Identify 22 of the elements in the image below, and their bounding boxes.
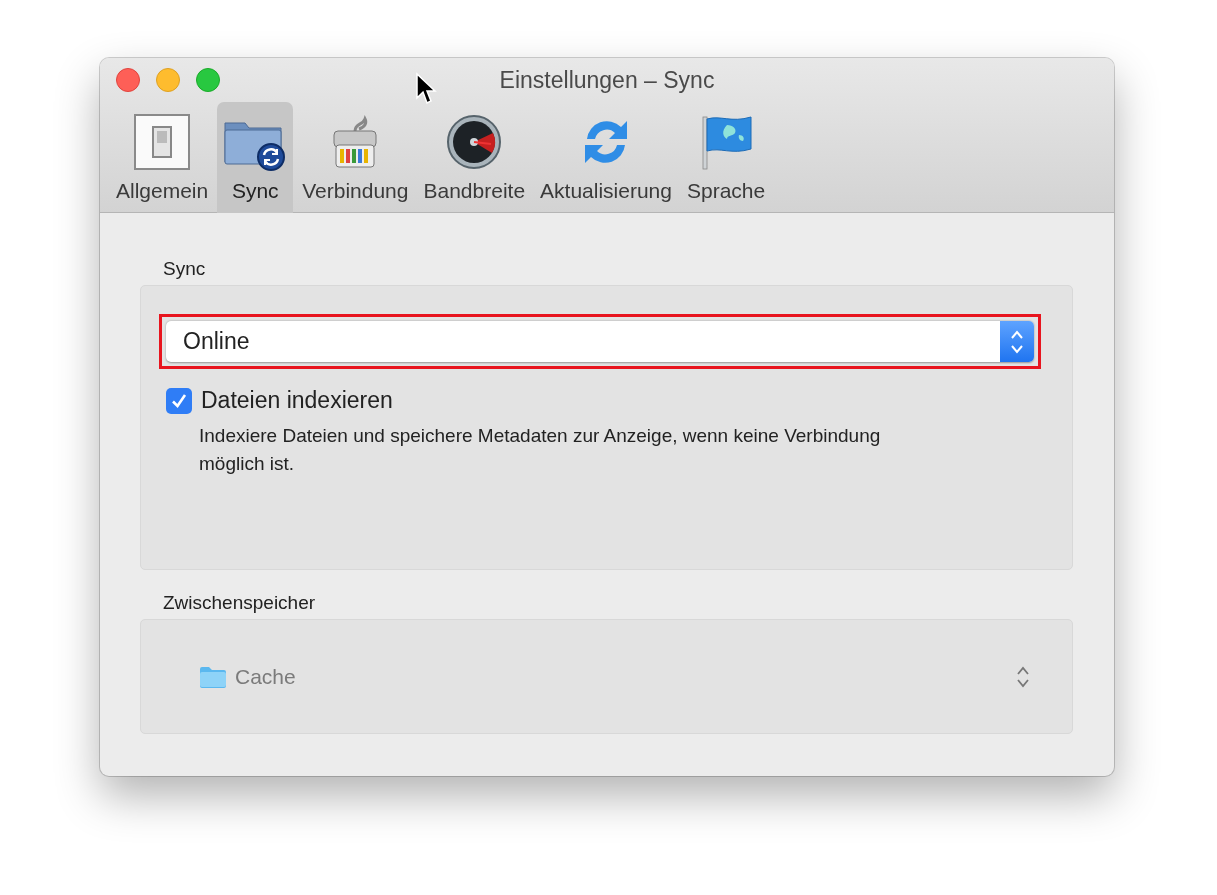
checkbox[interactable] (166, 387, 192, 414)
switch-icon (133, 113, 192, 171)
toolbar-tab[interactable]: Bandbreite (417, 102, 532, 213)
up-down-chevron-icon (1016, 665, 1030, 688)
minimize-button[interactable] (156, 68, 180, 92)
description-text: Indexiere Dateien und speichere Metadaten zur Anzeige, wenn keine Verbindung möglich ist. (199, 424, 882, 476)
gauge-icon (445, 113, 504, 171)
folder-icon (199, 665, 227, 688)
toolbar-tab[interactable]: Allgemein (110, 102, 215, 213)
toolbar-tab[interactable]: Verbindung (296, 102, 415, 213)
section-title: Zwischenspeicher (163, 592, 316, 614)
close-button[interactable] (116, 68, 140, 92)
toolbar-tab[interactable]: Aktualisierung (534, 102, 678, 213)
toolbar-tab[interactable]: Sync (217, 102, 294, 213)
toolbar-tab[interactable]: Sprache (680, 102, 772, 213)
zoom-button[interactable] (196, 68, 220, 92)
cursor-icon (415, 72, 437, 106)
section-title: Sync (163, 258, 206, 280)
window-title: Einstellungen – Sync (499, 67, 715, 94)
popup-button[interactable]: Online (166, 321, 1034, 362)
up-down-chevron-icon (1010, 328, 1024, 355)
checkbox-label[interactable]: Dateien indexieren (201, 387, 393, 414)
